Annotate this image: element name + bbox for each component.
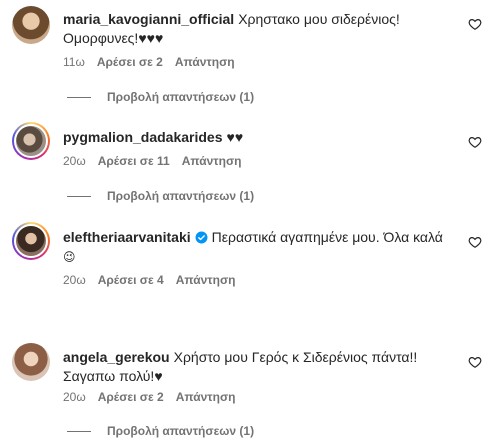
replies-divider (67, 195, 91, 197)
comment-username[interactable]: eleftheriaarvanitaki (63, 229, 191, 245)
comment-meta: 20ω Αρέσει σε 4 Απάντηση (63, 273, 236, 287)
avatar[interactable] (12, 122, 50, 160)
comment-body: Χρηστακο μου σιδερένιος! (238, 11, 400, 27)
comment-username[interactable]: angela_gerekou (63, 349, 170, 365)
heart-outline-icon (468, 137, 482, 148)
comment-text-continued: Ομορφυνες!♥♥♥ (63, 30, 164, 46)
comment-item: pygmalion_dadakarides ♥♥ 20ω Αρέσει σε 11… (0, 118, 491, 208)
comment-time[interactable]: 20ω (63, 273, 86, 287)
view-replies-button[interactable]: Προβολή απαντήσεων (1) (63, 424, 254, 438)
likes-count[interactable]: Αρέσει σε 4 (98, 273, 164, 287)
comment-meta: 20ω Αρέσει σε 2 Απάντηση (63, 390, 236, 404)
comment-time[interactable]: 11ω (63, 55, 85, 69)
view-replies-button[interactable]: Προβολή απαντήσεων (1) (63, 90, 254, 104)
heart-outline-icon (468, 237, 482, 248)
likes-count[interactable]: Αρέσει σε 2 (97, 55, 163, 69)
replies-divider (67, 430, 91, 432)
comment-time[interactable]: 20ω (63, 390, 86, 404)
verified-badge-icon (195, 231, 208, 244)
like-button[interactable] (468, 235, 482, 249)
view-replies-label: Προβολή απαντήσεων (1) (107, 90, 255, 104)
view-replies-button[interactable]: Προβολή απαντήσεων (1) (63, 189, 254, 203)
comment-time[interactable]: 20ω (63, 154, 86, 168)
comment-text: maria_kavogianni_official Χρηστακο μου σι… (63, 10, 463, 28)
comment-text-continued: Σαγαπω πολύ!♥ (63, 368, 163, 384)
like-button[interactable] (468, 355, 482, 369)
comment-text: eleftheriaarvanitaki Περαστικά αγαπημένε … (63, 228, 463, 246)
comment-username[interactable]: pygmalion_dadakarides (63, 129, 223, 145)
reply-button[interactable]: Απάντηση (176, 390, 236, 404)
heart-outline-icon (468, 19, 482, 30)
likes-count[interactable]: Αρέσει σε 11 (98, 154, 170, 168)
comment-meta: 20ω Αρέσει σε 11 Απάντηση (63, 154, 242, 168)
comment-body: Περαστικά αγαπημένε μου. Όλα καλά (211, 229, 443, 245)
reply-button[interactable]: Απάντηση (175, 55, 235, 69)
reply-button[interactable]: Απάντηση (176, 273, 236, 287)
reply-button[interactable]: Απάντηση (182, 154, 242, 168)
like-button[interactable] (468, 135, 482, 149)
avatar[interactable] (12, 6, 50, 44)
comment-text: angela_gerekou Χρήστο μου Γερός κ Σιδερέν… (63, 348, 463, 366)
comment-body: Χρήστο μου Γερός κ Σιδερένιος πάντα!! (173, 349, 418, 365)
comment-text-continued: 😉 (63, 247, 463, 266)
comment-username[interactable]: maria_kavogianni_official (63, 11, 234, 27)
view-replies-label: Προβολή απαντήσεων (1) (107, 189, 255, 203)
comment-text: pygmalion_dadakarides ♥♥ (63, 128, 463, 146)
comment-item: eleftheriaarvanitaki Περαστικά αγαπημένε … (0, 218, 491, 328)
like-button[interactable] (468, 17, 482, 31)
view-replies-label: Προβολή απαντήσεων (1) (107, 424, 255, 438)
comment-item: maria_kavogianni_official Χρηστακο μου σι… (0, 0, 491, 110)
likes-count[interactable]: Αρέσει σε 2 (98, 390, 164, 404)
wink-emoji-icon: 😉 (63, 250, 76, 264)
comment-body: ♥♥ (226, 129, 244, 145)
avatar[interactable] (12, 343, 50, 381)
replies-divider (67, 96, 91, 98)
avatar[interactable] (12, 222, 50, 260)
comment-item: angela_gerekou Χρήστο μου Γερός κ Σιδερέν… (0, 338, 491, 441)
heart-outline-icon (468, 357, 482, 368)
comment-meta: 11ω Αρέσει σε 2 Απάντηση (63, 55, 235, 69)
